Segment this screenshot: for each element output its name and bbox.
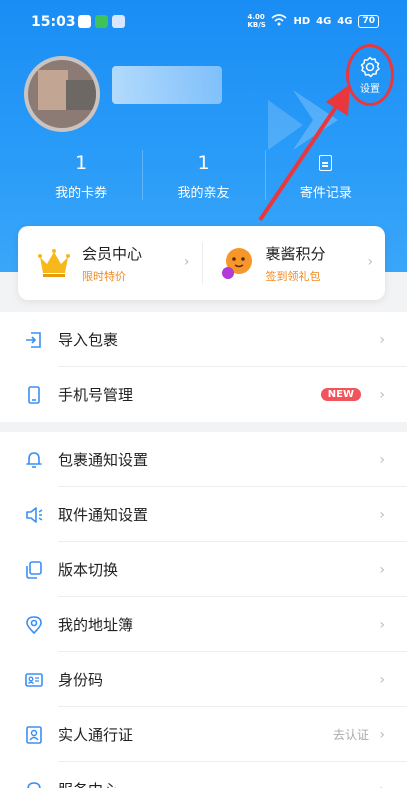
- chevron-right-icon: ›: [379, 726, 385, 743]
- signal-2: 4G: [337, 15, 353, 27]
- gear-icon: [360, 56, 380, 78]
- status-time: 15:03: [31, 14, 76, 30]
- menu-item-version-switch[interactable]: 版本切换 ›: [0, 542, 407, 597]
- stat-shipping-records[interactable]: 寄件记录: [264, 150, 387, 210]
- menu-item-service-center[interactable]: 服务中心 ›: [0, 762, 407, 788]
- stat-coupons[interactable]: 1 我的卡券: [20, 150, 142, 210]
- menu-group-1: 导入包裹 › 手机号管理 NEW ›: [0, 312, 407, 422]
- id-card-icon: [25, 673, 43, 687]
- menu-item-package-notification[interactable]: 包裹通知设置 ›: [0, 432, 407, 487]
- brand-watermark-icon: [268, 90, 338, 150]
- wechat-notification-icon: [78, 15, 91, 28]
- points-title: 裹酱积分: [265, 244, 326, 263]
- hd-label: HD: [293, 15, 311, 27]
- chevron-right-icon: ›: [379, 671, 385, 688]
- menu-item-import-package[interactable]: 导入包裹 ›: [0, 312, 407, 367]
- menu-item-identity-code[interactable]: 身份码 ›: [0, 652, 407, 707]
- menu-group-2: 包裹通知设置 › 取件通知设置 › 版本切换 › 我的地址簿 › 身份码 › 实…: [0, 432, 407, 788]
- bell-icon: [26, 452, 42, 468]
- menu-item-pickup-notification[interactable]: 取件通知设置 ›: [0, 487, 407, 542]
- chevron-right-icon: ›: [379, 331, 385, 348]
- avatar[interactable]: [24, 56, 100, 132]
- new-badge: NEW: [320, 388, 361, 401]
- menu-item-real-person-pass[interactable]: 实人通行证 去认证 ›: [0, 707, 407, 762]
- points-entry[interactable]: 裹酱积分 签到领礼包 ›: [201, 226, 386, 300]
- wifi-icon: [271, 13, 287, 29]
- verify-hint: 去认证: [332, 728, 369, 742]
- menu-item-phone-management[interactable]: 手机号管理 NEW ›: [0, 367, 407, 422]
- net-speed: 4.00 KB/S: [247, 13, 266, 29]
- settings-label: 设置: [360, 84, 380, 95]
- settings-button[interactable]: 设置: [346, 44, 394, 106]
- signal-1: 4G: [316, 15, 332, 27]
- chevron-right-icon: ›: [379, 782, 385, 788]
- status-bar: 15:03 4.00 KB/S HD 4G 4G 70: [0, 0, 407, 44]
- mascot-icon: [221, 248, 252, 279]
- member-center-title: 会员中心: [82, 244, 143, 263]
- member-center-entry[interactable]: 会员中心 限时特价 ›: [18, 226, 202, 300]
- stat-friends[interactable]: 1 我的亲友: [142, 150, 264, 210]
- chevron-right-icon: ›: [183, 254, 190, 270]
- speaker-icon: [26, 507, 43, 523]
- phone-icon: [28, 386, 40, 404]
- chevron-right-icon: ›: [379, 616, 385, 633]
- member-center-subtitle: 限时特价: [82, 269, 126, 283]
- app-notification-icon: [95, 15, 108, 28]
- chevron-right-icon: ›: [367, 254, 373, 270]
- status-indicators: 4.00 KB/S HD 4G 4G 70: [247, 13, 379, 29]
- chevron-right-icon: ›: [379, 561, 385, 578]
- benefits-card: 会员中心 限时特价 › 裹酱积分 签到领礼包 ›: [18, 226, 385, 300]
- stats-row: 1 我的卡券 1 我的亲友 寄件记录: [20, 150, 387, 210]
- points-subtitle: 签到领礼包: [265, 269, 321, 283]
- calendar-notification-icon: [112, 15, 125, 28]
- chevron-right-icon: ›: [379, 506, 385, 523]
- crown-icon: [38, 249, 70, 277]
- import-icon: [26, 332, 41, 348]
- document-icon: [319, 155, 333, 171]
- chevron-right-icon: ›: [379, 386, 385, 403]
- service-icon: [27, 782, 41, 788]
- menu-item-address-book[interactable]: 我的地址簿 ›: [0, 597, 407, 652]
- location-icon: [26, 616, 42, 635]
- chevron-right-icon: ›: [379, 451, 385, 468]
- person-pass-icon: [26, 726, 42, 744]
- username-blurred[interactable]: [112, 66, 222, 104]
- battery-icon: 70: [358, 14, 379, 28]
- switch-icon: [26, 561, 42, 579]
